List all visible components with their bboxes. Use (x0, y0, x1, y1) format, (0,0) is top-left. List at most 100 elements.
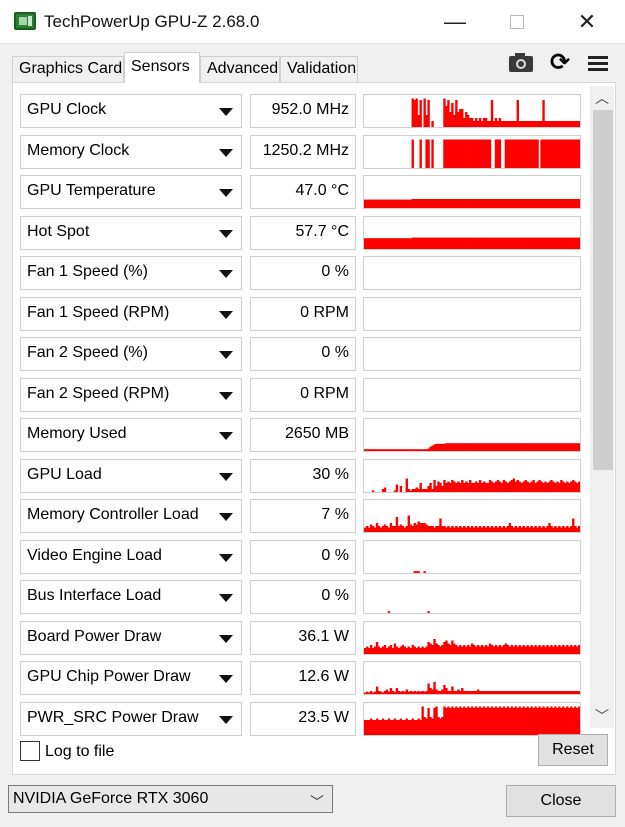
sensor-name-label: Fan 1 Speed (%) (27, 263, 148, 280)
dropdown-arrow-icon (219, 189, 233, 197)
sensor-name-dropdown[interactable]: Fan 1 Speed (%) (20, 256, 242, 290)
camera-icon[interactable] (506, 50, 536, 76)
graph-bar (578, 645, 580, 654)
sensor-name-label: GPU Clock (27, 101, 107, 118)
sensor-graph (363, 621, 581, 655)
graph-bar (578, 237, 580, 249)
graph-bar (427, 611, 430, 613)
close-window-button[interactable]: ✕ (564, 6, 610, 38)
reset-button[interactable]: Reset (538, 734, 608, 766)
sensor-name-dropdown[interactable]: GPU Clock (20, 94, 242, 128)
scroll-up-icon[interactable]: ︿ (590, 88, 614, 108)
sensor-name-label: Fan 2 Speed (%) (27, 344, 148, 361)
sensor-graph-plot (413, 571, 426, 573)
sensor-graph-plot (364, 515, 580, 532)
sensor-graph (363, 378, 581, 412)
graph-bar (578, 443, 580, 451)
sensor-name-label: Memory Used (27, 425, 127, 442)
sensor-graph-plot (364, 639, 580, 654)
sensor-graph-plot (364, 338, 580, 370)
tab-advanced[interactable]: Advanced (200, 56, 280, 82)
sensor-graph (363, 216, 581, 250)
graph-bar (387, 611, 391, 613)
sensor-name-dropdown[interactable]: Hot Spot (20, 216, 242, 250)
graph-bar (419, 139, 422, 168)
sensor-name-dropdown[interactable]: Board Power Draw (20, 621, 242, 655)
graph-bar (427, 139, 430, 168)
sensor-name-dropdown[interactable]: PWR_SRC Power Draw (20, 702, 242, 736)
scroll-down-icon[interactable]: ﹀ (590, 706, 614, 726)
log-to-file-checkbox[interactable] (20, 741, 40, 761)
sensor-value: 0 RPM (250, 297, 356, 331)
sensor-name-label: Fan 2 Speed (RPM) (27, 385, 170, 402)
sensor-row: Fan 1 Speed (%) 0 % (20, 256, 582, 290)
graph-bar (395, 484, 399, 492)
sensor-graph (363, 135, 581, 169)
tab-sensors[interactable]: Sensors (124, 52, 200, 83)
sensor-name-dropdown[interactable]: Fan 2 Speed (RPM) (20, 378, 242, 412)
sensor-value: 7 % (250, 499, 356, 533)
sensor-name-dropdown[interactable]: GPU Temperature (20, 175, 242, 209)
sensor-name-dropdown[interactable]: Fan 1 Speed (RPM) (20, 297, 242, 331)
sensor-graph (363, 418, 581, 452)
scroll-thumb[interactable] (593, 110, 613, 470)
graph-bar (498, 139, 502, 168)
sensor-name-dropdown[interactable]: Memory Controller Load (20, 499, 242, 533)
graph-bar (488, 139, 492, 168)
close-button[interactable]: Close (506, 785, 616, 817)
gpu-select[interactable]: NVIDIA GeForce RTX 3060 ﹀ (8, 785, 333, 813)
sensor-name-dropdown[interactable]: Memory Clock (20, 135, 242, 169)
sensor-row: Hot Spot 57.7 °C (20, 216, 582, 250)
menu-icon[interactable] (584, 50, 614, 76)
sensor-graph (363, 297, 581, 331)
minimize-button[interactable]: — (432, 6, 478, 38)
dropdown-arrow-icon (219, 432, 233, 440)
sensor-graph (363, 499, 581, 533)
sensor-graph-plot (411, 98, 580, 127)
dropdown-arrow-icon (219, 594, 233, 602)
graph-bar (578, 481, 580, 492)
sensor-name-label: Board Power Draw (27, 628, 162, 645)
graph-bar (578, 199, 580, 208)
sensor-row: Fan 1 Speed (RPM) 0 RPM (20, 297, 582, 331)
dropdown-arrow-icon (219, 473, 233, 481)
log-to-file-label[interactable]: Log to file (45, 741, 114, 763)
sensor-scrollbar[interactable]: ︿ ﹀ (590, 86, 614, 728)
sensor-value: 0 % (250, 540, 356, 574)
sensor-row: Memory Clock 1250.2 MHz (20, 135, 582, 169)
sensor-row: Bus Interface Load 0 % (20, 580, 582, 614)
sensor-row: PWR_SRC Power Draw 23.5 W (20, 702, 582, 736)
sensor-row: Memory Used 2650 MB (20, 418, 582, 452)
sensor-name-dropdown[interactable]: Fan 2 Speed (%) (20, 337, 242, 371)
chevron-down-icon: ﹀ (310, 794, 324, 810)
title-bar: TechPowerUp GPU-Z 2.68.0 — ✕ (0, 0, 625, 44)
window-title: TechPowerUp GPU-Z 2.68.0 (44, 12, 260, 31)
sensor-name-label: Fan 1 Speed (RPM) (27, 304, 170, 321)
refresh-icon[interactable]: ⟳ (545, 50, 575, 76)
tab-graphics-card[interactable]: Graphics Card (12, 56, 124, 82)
sensor-graph-plot (364, 706, 580, 735)
sensor-name-dropdown[interactable]: GPU Chip Power Draw (20, 661, 242, 695)
sensor-name-dropdown[interactable]: Memory Used (20, 418, 242, 452)
sensor-row: Fan 2 Speed (%) 0 % (20, 337, 582, 371)
tab-validation[interactable]: Validation (280, 56, 358, 82)
dropdown-arrow-icon (219, 513, 233, 521)
sensor-value: 36.1 W (250, 621, 356, 655)
dropdown-arrow-icon (219, 392, 233, 400)
sensor-value: 2650 MB (250, 418, 356, 452)
sensor-graph-plot (371, 478, 580, 492)
sensor-row: GPU Clock 952.0 MHz (20, 94, 582, 128)
dropdown-arrow-icon (219, 675, 233, 683)
sensor-value: 952.0 MHz (250, 94, 356, 128)
sensor-graph (363, 175, 581, 209)
maximize-button[interactable] (494, 6, 540, 38)
sensor-name-dropdown[interactable]: GPU Load (20, 459, 242, 493)
graph-bar (419, 100, 422, 127)
sensor-graph (363, 702, 581, 736)
graph-bar (578, 526, 580, 532)
maximize-icon (510, 15, 524, 29)
graph-bar (431, 121, 434, 127)
sensor-row: Board Power Draw 36.1 W (20, 621, 582, 655)
sensor-name-dropdown[interactable]: Bus Interface Load (20, 580, 242, 614)
sensor-name-dropdown[interactable]: Video Engine Load (20, 540, 242, 574)
